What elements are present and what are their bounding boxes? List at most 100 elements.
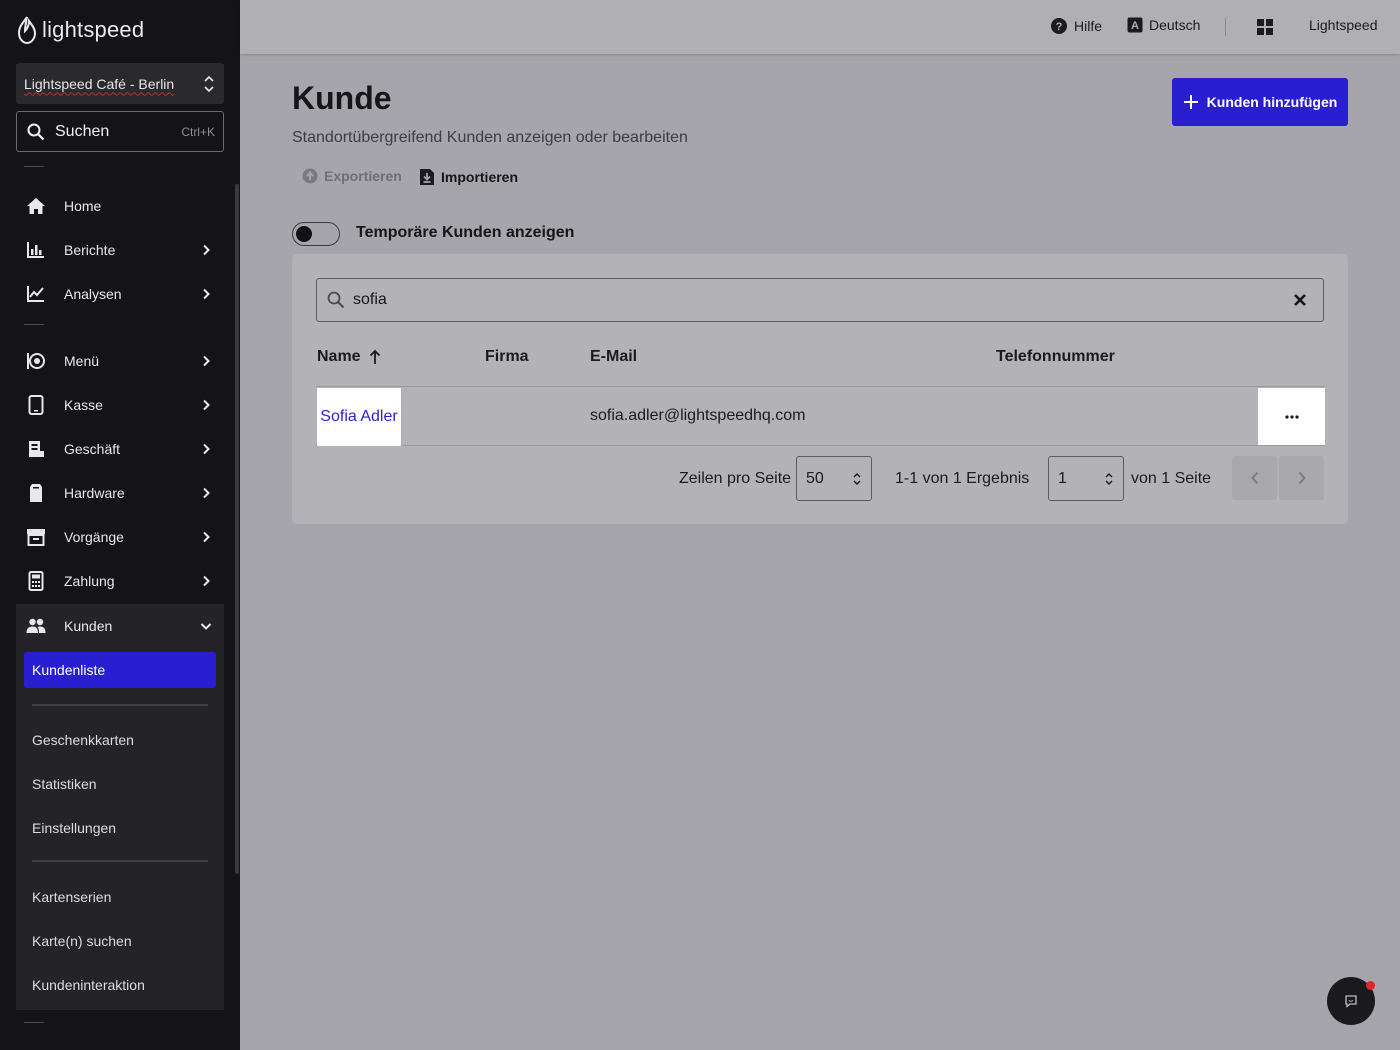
language-selector[interactable]: A Deutsch — [1127, 17, 1200, 33]
topbar-divider — [1225, 18, 1226, 36]
customer-name-link[interactable]: Sofia Adler — [317, 388, 401, 446]
account-label: Lightspeed — [1309, 17, 1378, 33]
sidebar-item-label: Berichte — [64, 242, 116, 258]
divider — [24, 166, 44, 167]
export-button[interactable]: Exportieren — [302, 168, 402, 184]
store-icon — [26, 439, 46, 459]
search-icon — [327, 291, 345, 309]
sidebar-item-label: Kasse — [64, 397, 103, 413]
temporary-customers-label: Temporäre Kunden anzeigen — [356, 224, 575, 241]
location-selector[interactable]: Lightspeed Café - Berlin — [16, 63, 224, 104]
rows-per-page-value: 50 — [806, 469, 824, 487]
column-header-label: Telefonnummer — [996, 348, 1115, 365]
apps-button[interactable] — [1256, 18, 1274, 36]
import-button[interactable]: Importieren — [419, 168, 518, 186]
row-actions-button[interactable] — [1258, 388, 1325, 445]
language-label: Deutsch — [1149, 17, 1201, 33]
add-customer-label: Kunden hinzufügen — [1206, 94, 1338, 110]
kunden-submenu: Kundenliste Geschenkkarten Statistiken E… — [16, 648, 224, 1010]
home-icon — [26, 196, 46, 216]
chevron-right-icon — [203, 355, 210, 367]
sidebar-item-zahlung[interactable]: Zahlung — [16, 559, 224, 603]
sidebar-item-menu[interactable]: Menü — [16, 339, 224, 383]
sidebar-item-hardware[interactable]: Hardware — [16, 471, 224, 515]
next-page-button[interactable] — [1279, 456, 1324, 500]
chevron-right-icon — [203, 288, 210, 300]
table-search-input[interactable]: sofia — [316, 278, 1324, 322]
sidebar-item-analysen[interactable]: Analysen — [16, 272, 224, 316]
plus-icon — [1183, 95, 1198, 109]
submenu-item-kundeninteraktion[interactable]: Kundeninteraktion — [32, 977, 145, 993]
help-link[interactable]: ? Hilfe — [1050, 17, 1102, 35]
add-customer-button[interactable]: Kunden hinzufügen — [1172, 78, 1348, 126]
submenu-item-karten-suchen[interactable]: Karte(n) suchen — [32, 933, 132, 949]
upload-icon — [302, 168, 318, 184]
line-chart-icon — [26, 284, 46, 304]
sidebar-item-label: Home — [64, 198, 102, 214]
chevron-down-icon — [200, 623, 212, 630]
sidebar-search[interactable]: Suchen Ctrl+K — [16, 111, 224, 152]
sidebar-item-berichte[interactable]: Berichte — [16, 228, 224, 272]
search-label: Suchen — [55, 122, 110, 140]
column-header-email[interactable]: E-Mail — [590, 348, 637, 366]
language-icon: A — [1127, 17, 1143, 33]
previous-page-button[interactable] — [1232, 456, 1277, 500]
divider — [24, 1022, 44, 1023]
export-label: Exportieren — [324, 168, 402, 184]
sidebar-scrollbar[interactable] — [235, 184, 239, 874]
submenu-item-einstellungen[interactable]: Einstellungen — [32, 820, 116, 836]
updown-chevron-icon — [204, 75, 214, 92]
calculator-icon — [26, 571, 46, 591]
submenu-item-geschenkkarten[interactable]: Geschenkkarten — [32, 732, 134, 748]
submenu-divider — [32, 704, 208, 706]
lightspeed-logo[interactable]: lightspeed — [16, 16, 144, 44]
sidebar-item-label: Geschäft — [64, 441, 121, 457]
rows-per-page-label: Zeilen pro Seite — [679, 470, 792, 487]
tablet-icon — [26, 395, 46, 415]
bar-chart-icon — [26, 240, 46, 260]
column-header-firma[interactable]: Firma — [485, 348, 529, 366]
import-label: Importieren — [441, 169, 519, 185]
column-header-label: Firma — [485, 348, 529, 365]
archive-icon — [26, 527, 46, 547]
submenu-item-kundenliste[interactable]: Kundenliste — [24, 652, 216, 688]
sidebar-item-label: Hardware — [64, 485, 125, 501]
sidebar-item-kunden[interactable]: Kunden — [16, 604, 224, 648]
page-select[interactable]: 1 — [1048, 456, 1124, 501]
customer-email: sofia.adler@lightspeedhq.com — [590, 407, 806, 424]
updown-chevron-icon — [1105, 472, 1113, 485]
submenu-item-kartenserien[interactable]: Kartenserien — [32, 889, 111, 905]
column-header-telefonnummer[interactable]: Telefonnummer — [996, 348, 1115, 366]
clear-search-icon[interactable] — [1293, 293, 1307, 307]
sidebar-item-home[interactable]: Home — [16, 184, 224, 228]
column-header-name[interactable]: Name — [317, 348, 381, 366]
sidebar-item-kasse[interactable]: Kasse — [16, 383, 224, 427]
temporary-customers-toggle[interactable] — [292, 222, 340, 246]
chat-icon — [1345, 995, 1357, 1008]
sidebar: lightspeed Lightspeed Café - Berlin Such… — [0, 0, 240, 1050]
chevron-right-icon — [203, 399, 210, 411]
sidebar-item-geschaeft[interactable]: Geschäft — [16, 427, 224, 471]
notification-badge — [1366, 981, 1375, 990]
page-count: von 1 Seite — [1131, 470, 1212, 487]
chevron-right-icon — [203, 443, 210, 455]
help-label: Hilfe — [1074, 18, 1103, 34]
account-menu[interactable]: Lightspeed — [1309, 17, 1378, 33]
search-icon — [27, 123, 45, 140]
brand-name: lightspeed — [42, 17, 145, 42]
submenu-divider — [32, 860, 208, 862]
page-value: 1 — [1058, 469, 1067, 487]
page-title: Kunde — [292, 80, 392, 116]
chevron-right-icon — [1298, 471, 1306, 485]
chevron-right-icon — [203, 575, 210, 587]
svg-text:?: ? — [1056, 21, 1063, 33]
chevron-left-icon — [1250, 471, 1258, 485]
submenu-item-statistiken[interactable]: Statistiken — [32, 776, 97, 792]
dish-icon — [26, 351, 46, 371]
sidebar-item-vorgaenge[interactable]: Vorgänge — [16, 515, 224, 559]
users-icon — [26, 616, 46, 636]
rows-per-page-select[interactable]: 50 — [796, 456, 872, 501]
updown-chevron-icon — [853, 472, 861, 485]
toggle-knob — [296, 226, 312, 242]
svg-text:A: A — [1131, 20, 1139, 32]
